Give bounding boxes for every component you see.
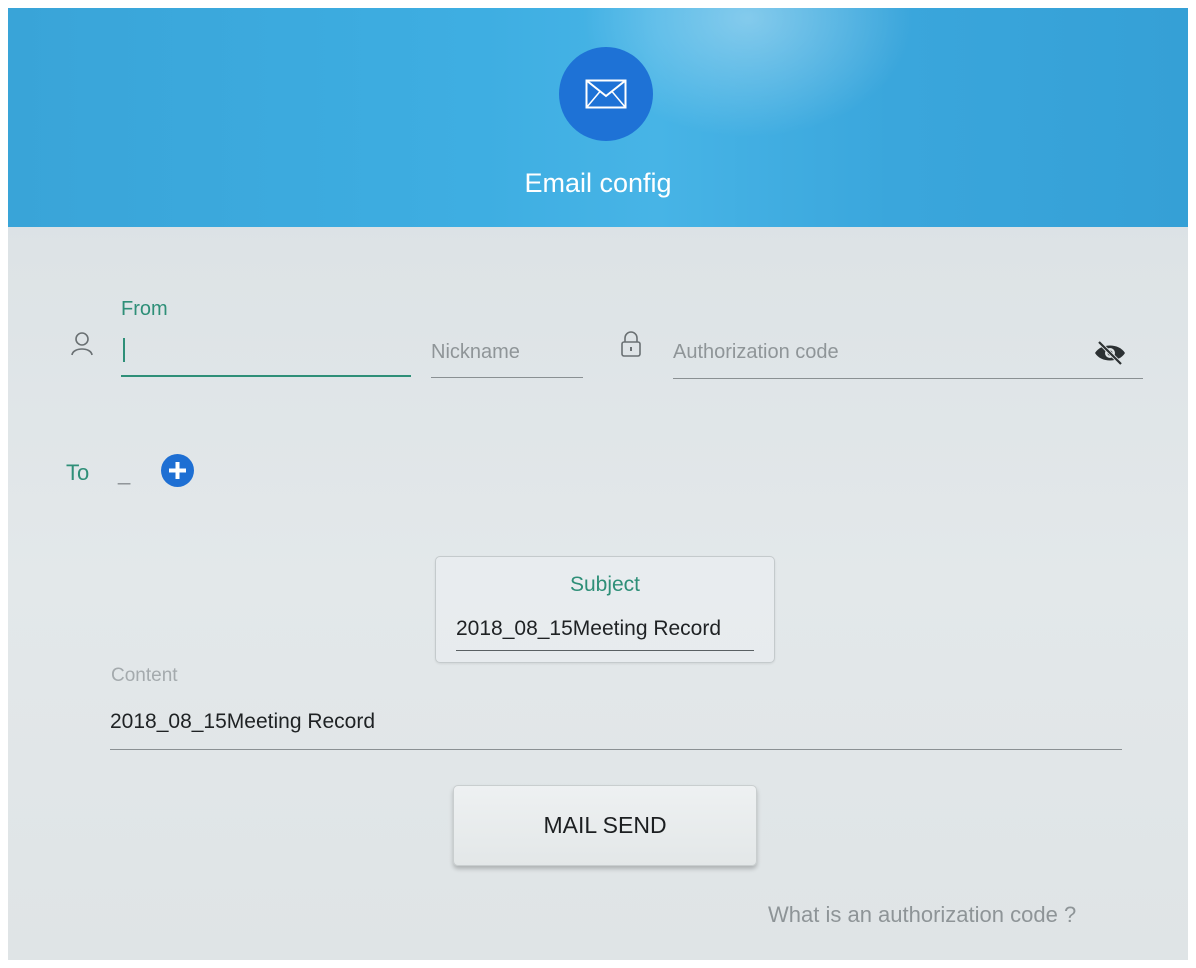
lock-icon <box>620 330 642 363</box>
mail-icon <box>559 47 653 141</box>
header-banner: Email config <box>8 8 1188 227</box>
content-value: 2018_08_15Meeting Record <box>110 710 376 733</box>
subject-underline <box>456 650 754 651</box>
subject-value: 2018_08_15Meeting Record <box>456 617 722 640</box>
subject-input[interactable]: 2018_08_15Meeting Record <box>456 613 754 651</box>
from-label: From <box>121 298 168 320</box>
to-input[interactable]: _ <box>118 460 140 492</box>
email-config-screen: Email config From Nickname Authorization… <box>8 8 1188 960</box>
subject-field-container: Subject 2018_08_15Meeting Record <box>435 556 775 663</box>
authorization-code-input[interactable]: Authorization code <box>673 338 1143 380</box>
to-value: _ <box>118 460 131 485</box>
nickname-underline <box>431 377 583 378</box>
subject-label: Subject <box>569 573 641 596</box>
nickname-input[interactable]: Nickname <box>431 338 583 378</box>
content-underline <box>110 749 1122 750</box>
page-title: Email config <box>524 168 672 198</box>
mail-send-button[interactable]: MAIL SEND <box>453 785 757 866</box>
add-recipient-button[interactable] <box>161 454 194 487</box>
authorization-code-placeholder: Authorization code <box>673 341 839 363</box>
to-label: To <box>66 460 90 485</box>
content-input[interactable]: 2018_08_15Meeting Record <box>110 705 1122 751</box>
authorization-code-underline <box>673 378 1143 379</box>
from-underline <box>121 375 411 377</box>
nickname-placeholder: Nickname <box>431 341 520 363</box>
from-input[interactable] <box>121 330 411 378</box>
eye-off-icon[interactable] <box>1093 340 1127 371</box>
content-label: Content <box>111 665 178 686</box>
plus-circle-icon <box>169 462 186 479</box>
authorization-help-link[interactable]: What is an authorization code ? <box>768 902 1076 928</box>
text-caret <box>123 338 125 362</box>
user-icon <box>70 331 94 362</box>
